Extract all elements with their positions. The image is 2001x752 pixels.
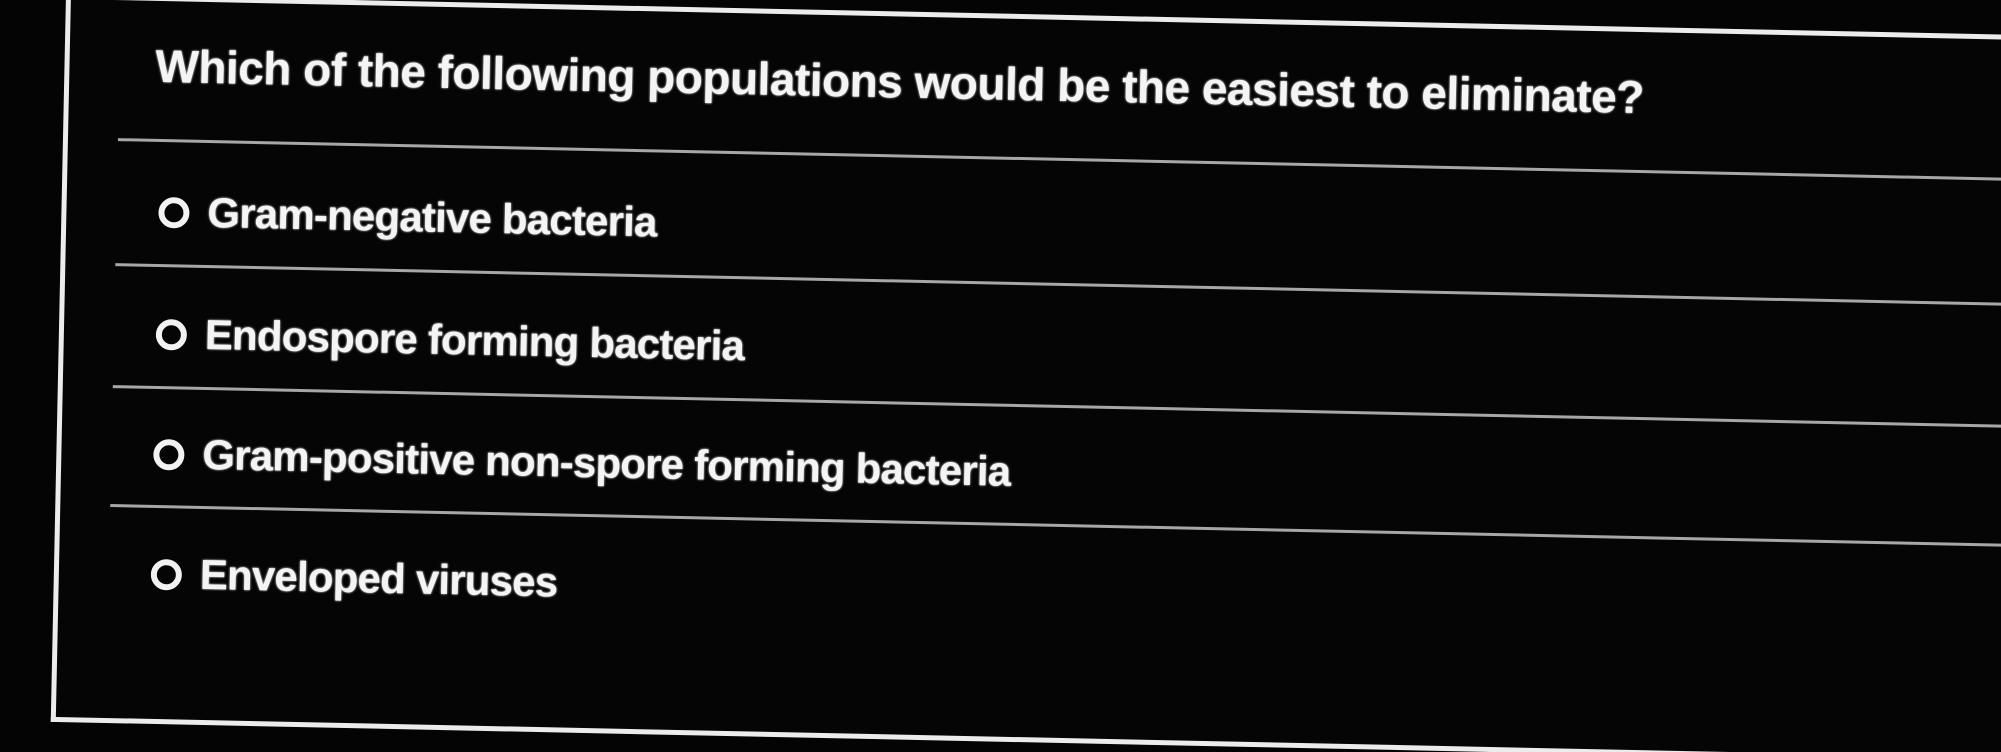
radio-unselected-icon[interactable]: [158, 196, 190, 229]
quiz-screen: Which of the following populations would…: [0, 0, 2001, 752]
divider: [112, 385, 2001, 430]
radio-unselected-icon[interactable]: [153, 438, 185, 471]
answer-option-gram-positive[interactable]: Gram-positive non-spore forming bacteria: [153, 421, 1011, 505]
divider: [110, 504, 2001, 549]
answer-option-label[interactable]: Endospore forming bacteria: [204, 311, 744, 370]
answer-option-label[interactable]: Enveloped viruses: [199, 551, 557, 606]
answer-option-gram-negative[interactable]: Gram-negative bacteria: [158, 179, 658, 255]
divider: [117, 138, 2001, 184]
question-panel: Which of the following populations would…: [50, 0, 2001, 752]
radio-unselected-icon[interactable]: [150, 558, 183, 591]
answer-option-label[interactable]: Gram-positive non-spore forming bacteria: [202, 431, 1011, 496]
answer-option-endospore[interactable]: Endospore forming bacteria: [155, 301, 745, 379]
answer-option-label[interactable]: Gram-negative bacteria: [207, 189, 657, 246]
radio-unselected-icon[interactable]: [155, 318, 188, 351]
question-text: Which of the following populations would…: [154, 39, 1645, 124]
answer-option-enveloped-viruses[interactable]: Enveloped viruses: [150, 541, 558, 615]
divider: [115, 263, 2001, 308]
